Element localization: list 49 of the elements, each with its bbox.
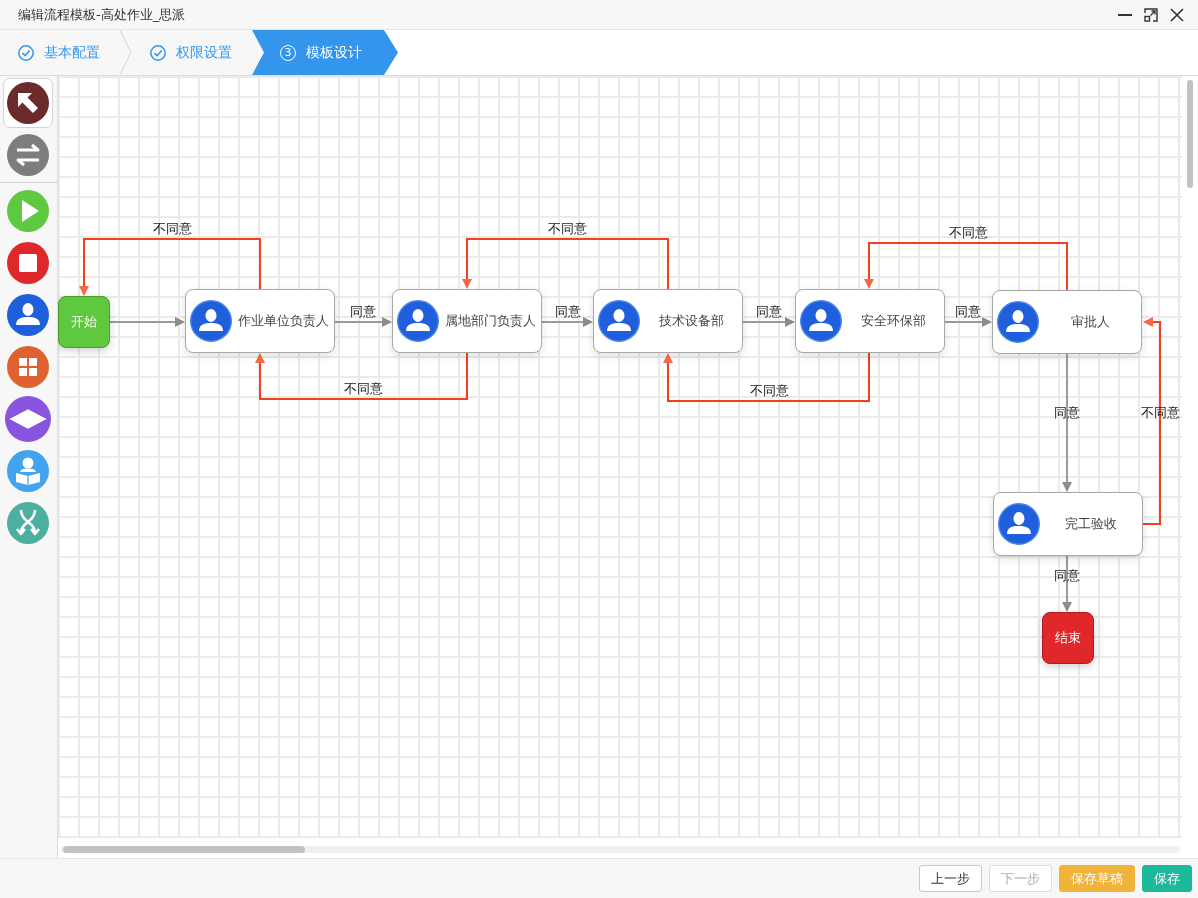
save-draft-button[interactable]: 保存草稿	[1059, 865, 1135, 892]
book-reader-icon	[7, 450, 49, 492]
grid-icon	[7, 346, 49, 388]
user-avatar-icon	[190, 300, 232, 342]
user-icon	[7, 294, 49, 336]
node-label: 安全环保部	[859, 312, 927, 330]
node-label: 技术设备部	[657, 312, 725, 330]
maximize-icon[interactable]	[1144, 7, 1158, 22]
scrollbar-thumb[interactable]	[1187, 80, 1193, 188]
tool-button[interactable]	[3, 394, 53, 444]
connector-arrow	[334, 317, 392, 327]
user-avatar-icon	[800, 300, 842, 342]
edge-label: 不同意	[948, 225, 988, 239]
edge-label: 同意	[756, 304, 782, 318]
step-tab[interactable]: 权限设置	[132, 30, 252, 75]
play-icon	[7, 190, 49, 232]
user-avatar-icon	[997, 301, 1039, 343]
edge-label: 同意	[1054, 568, 1080, 582]
end-node: 结束	[1042, 612, 1094, 664]
node-label: 完工验收	[1064, 515, 1118, 533]
edge-label: 不同意	[343, 381, 383, 395]
user-avatar-icon	[598, 300, 640, 342]
connector-arrow	[944, 317, 992, 327]
close-icon[interactable]	[1170, 7, 1184, 22]
edge-label: 同意	[555, 304, 581, 318]
connector-arrow	[541, 317, 593, 327]
save-button[interactable]: 保存	[1142, 865, 1192, 892]
step-tab[interactable]: 3 模板设计	[252, 30, 398, 75]
user-avatar-icon	[397, 300, 439, 342]
start-node: 开始	[58, 296, 110, 348]
tool-button[interactable]	[3, 78, 53, 128]
node-label: 审批人	[1069, 313, 1111, 331]
crossing-arrows-icon	[7, 502, 49, 544]
node-label: 属地部门负责人	[443, 312, 537, 330]
window-title: 编辑流程模板-高处作业_思派	[18, 5, 186, 24]
connector-arrow	[742, 317, 795, 327]
scrollbar-thumb[interactable]	[63, 846, 305, 853]
edge-label: 不同意	[152, 221, 192, 235]
user-avatar-icon	[998, 503, 1040, 545]
edge-label: 同意	[350, 304, 376, 318]
node-label: 作业单位负责人	[236, 312, 330, 330]
swap-arrows-icon	[7, 134, 49, 176]
edge-label: 不同意	[749, 383, 789, 397]
stop-icon	[7, 242, 49, 284]
previous-step-button[interactable]: 上一步	[919, 865, 982, 892]
edge-label: 不同意	[547, 221, 587, 235]
edge-label: 同意	[1054, 405, 1080, 419]
edge-label: 同意	[955, 304, 981, 318]
step-tab[interactable]: 基本配置	[0, 30, 120, 75]
